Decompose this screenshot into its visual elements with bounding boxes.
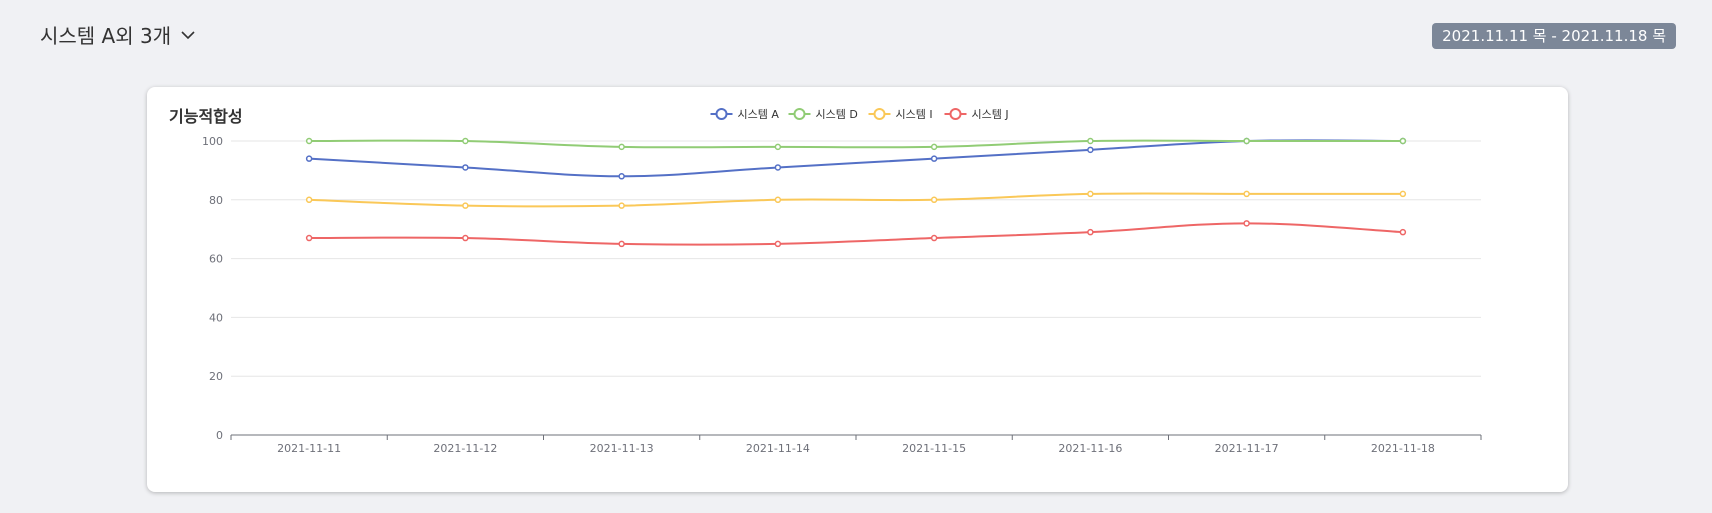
data-point [462, 234, 469, 242]
data-point [1243, 190, 1250, 198]
y-tick-label: 60 [209, 253, 223, 266]
legend-marker [715, 108, 728, 120]
y-tick-label: 20 [209, 370, 223, 383]
x-tick-label: 2021-11-16 [1058, 442, 1122, 455]
data-point [774, 196, 782, 204]
data-point [1087, 146, 1094, 154]
x-tick-label: 2021-11-15 [902, 442, 966, 455]
series-line [309, 139, 1403, 149]
date-range-badge[interactable]: 2021.11.11 목 - 2021.11.18 목 [1432, 23, 1676, 49]
data-point [1087, 137, 1094, 145]
x-tick-label: 2021-11-18 [1371, 442, 1435, 455]
data-point [1243, 220, 1250, 227]
line-chart: 0 20 40 60 80 100 2021-11-11 2021-11-12 2021-11-… [202, 108, 1482, 455]
data-point [618, 173, 625, 180]
y-tick-label: 80 [209, 194, 223, 207]
data-point [1399, 190, 1407, 198]
data-point [305, 196, 313, 204]
data-point [774, 143, 782, 151]
data-point [618, 240, 625, 248]
data-point [305, 234, 313, 242]
data-point [930, 155, 938, 162]
data-point [930, 196, 938, 204]
series-line [309, 222, 1403, 246]
data-point [1087, 228, 1094, 236]
y-tick-label: 40 [209, 311, 223, 324]
chevron-down-icon [181, 30, 195, 39]
legend-label: 시스템 D [816, 108, 858, 121]
data-point [1243, 137, 1250, 145]
data-point [1399, 228, 1407, 236]
chart-card: 기능적합성 0 20 40 60 80 100 2021-11-11 2021-11-12 20… [147, 87, 1568, 492]
legend-label: 시스템 J [972, 108, 1009, 121]
data-point [305, 155, 313, 162]
legend-label: 시스템 I [896, 108, 933, 121]
legend-label: 시스템 A [738, 108, 780, 121]
data-point [618, 143, 625, 151]
data-point [305, 137, 313, 145]
data-point [1399, 137, 1407, 145]
data-point [774, 164, 782, 171]
data-point [462, 164, 469, 171]
data-point [774, 240, 782, 248]
y-tick-label: 0 [216, 429, 223, 442]
system-selector[interactable]: 시스템 A외 3개 [40, 20, 197, 49]
data-point [462, 202, 469, 209]
data-point [462, 137, 469, 145]
legend-marker [873, 108, 886, 120]
data-point [1087, 190, 1094, 198]
x-tick-label: 2021-11-14 [746, 442, 810, 455]
x-tick-label: 2021-11-17 [1215, 442, 1279, 455]
x-tick-label: 2021-11-11 [277, 442, 341, 455]
legend-marker [793, 108, 806, 120]
system-selector-label: 시스템 A외 3개 [40, 24, 172, 48]
legend-marker [949, 108, 962, 120]
x-tick-label: 2021-11-13 [590, 442, 654, 455]
series-line [309, 139, 1403, 178]
data-point [930, 143, 938, 151]
x-tick-label: 2021-11-12 [433, 442, 497, 455]
data-point [930, 234, 938, 242]
data-point [618, 202, 625, 209]
y-tick-label: 100 [202, 135, 223, 148]
